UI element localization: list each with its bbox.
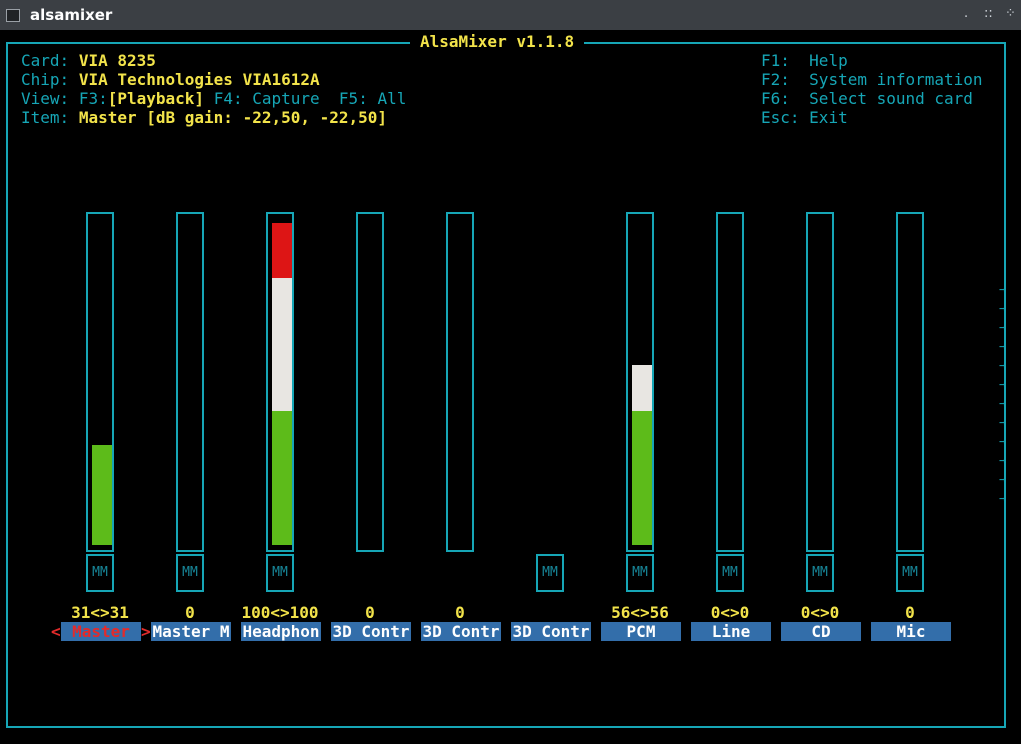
window-title: alsamixer <box>30 6 113 24</box>
help-legend: F1: Help F2: System information F6: Sele… <box>761 51 983 127</box>
help-item-system-information[interactable]: System information <box>809 70 982 89</box>
app-title: AlsaMixer v1.1.8 <box>410 32 585 52</box>
volume-bar[interactable] <box>626 212 654 552</box>
volume-fill-low <box>632 411 652 545</box>
right-arrow-icon: → <box>999 453 1007 467</box>
volume-bar[interactable] <box>896 212 924 552</box>
mute-indicator[interactable]: MM <box>266 554 294 592</box>
channel-name[interactable]: Headphon <box>241 622 321 641</box>
volume-bar[interactable] <box>716 212 744 552</box>
volume-fill-high <box>272 223 292 278</box>
view-f3-key: F3: <box>78 89 108 108</box>
channel-name[interactable]: Line <box>691 622 771 641</box>
minimize-button[interactable]: . <box>964 6 968 21</box>
mixer-info: Card: VIA 8235 Chip: VIA Technologies VI… <box>21 51 406 127</box>
terminal-area[interactable]: AlsaMixer v1.1.8 Card: VIA 8235 Chip: VI… <box>0 30 1021 744</box>
channel-name[interactable]: Master <box>61 622 141 641</box>
right-arrow-icon: → <box>999 377 1007 391</box>
item-label: Item: <box>21 108 70 127</box>
volume-value: 0 <box>185 603 195 622</box>
volume-bar[interactable] <box>266 212 294 552</box>
channel-name[interactable]: PCM <box>601 622 681 641</box>
help-key-f6: F6: <box>761 89 790 108</box>
volume-bar[interactable] <box>446 212 474 552</box>
channel-name[interactable]: 3D Contr <box>331 622 411 641</box>
volume-bar[interactable] <box>806 212 834 552</box>
right-arrow-icon: → <box>999 396 1007 410</box>
channel-name[interactable]: 3D Contr <box>421 622 501 641</box>
volume-fill-mid <box>272 278 292 411</box>
window-titlebar: alsamixer . :: ⁘ <box>0 0 1021 30</box>
right-arrow-icon: → <box>999 339 1007 353</box>
right-arrow-icon: → <box>999 415 1007 429</box>
volume-bar[interactable] <box>86 212 114 552</box>
mute-indicator[interactable]: MM <box>896 554 924 592</box>
volume-bar[interactable] <box>176 212 204 552</box>
card-value: VIA 8235 <box>78 51 156 70</box>
volume-fill-low <box>272 411 292 545</box>
chip-label: Chip: <box>21 70 70 89</box>
volume-fill-mid <box>632 365 652 411</box>
mute-indicator[interactable]: MM <box>176 554 204 592</box>
view-all[interactable]: F5: All <box>339 89 406 108</box>
right-arrow-icon: → <box>999 472 1007 486</box>
chip-value: VIA Technologies VIA1612A <box>78 70 320 89</box>
volume-fill-low <box>92 445 112 545</box>
right-arrow-icon: → <box>999 434 1007 448</box>
right-arrow-icon: → <box>999 358 1007 372</box>
help-item-help[interactable]: Help <box>809 51 848 70</box>
volume-bar[interactable] <box>356 212 384 552</box>
terminal-icon <box>6 9 20 22</box>
volume-value: 0 <box>365 603 375 622</box>
view-label: View: <box>21 89 70 108</box>
mute-indicator[interactable]: MM <box>86 554 114 592</box>
close-button[interactable]: ⁘ <box>1005 6 1016 21</box>
channel-name[interactable]: Master M <box>151 622 231 641</box>
selection-left-marker: < <box>51 622 61 641</box>
help-item-select-sound-card[interactable]: Select sound card <box>809 89 973 108</box>
right-arrow-icon: → <box>999 320 1007 334</box>
view-playback[interactable]: [Playback] <box>108 89 204 108</box>
volume-value: 0 <box>455 603 465 622</box>
volume-value: 31<>31 <box>71 603 129 622</box>
volume-value: 0 <box>905 603 915 622</box>
volume-value: 56<>56 <box>611 603 669 622</box>
right-arrow-icon: → <box>999 491 1007 505</box>
volume-value: 0<>0 <box>710 603 750 622</box>
view-capture[interactable]: F4: Capture <box>214 89 320 108</box>
restore-button[interactable]: :: <box>984 6 993 21</box>
mute-indicator[interactable]: MM <box>626 554 654 592</box>
selection-right-marker: > <box>141 622 151 641</box>
card-label: Card: <box>21 51 70 70</box>
mute-indicator[interactable]: MM <box>806 554 834 592</box>
channel-name[interactable]: 3D Contr <box>511 622 591 641</box>
right-arrow-icon: → <box>999 282 1007 296</box>
mute-indicator[interactable]: MM <box>536 554 564 592</box>
scroll-arrows[interactable]: → → → → → → → → → → → → <box>999 280 1006 508</box>
volume-value: 100<>100 <box>241 603 319 622</box>
mute-indicator[interactable]: MM <box>716 554 744 592</box>
volume-value: 0<>0 <box>800 603 840 622</box>
item-value: Master [dB gain: -22,50, -22,50] <box>78 108 388 127</box>
right-arrow-icon: → <box>999 301 1007 315</box>
help-key-esc: Esc: <box>761 108 800 127</box>
channel-name[interactable]: CD <box>781 622 861 641</box>
help-item-exit[interactable]: Exit <box>809 108 848 127</box>
channel-name[interactable]: Mic <box>871 622 951 641</box>
help-key-f1: F1: <box>761 51 790 70</box>
help-key-f2: F2: <box>761 70 790 89</box>
